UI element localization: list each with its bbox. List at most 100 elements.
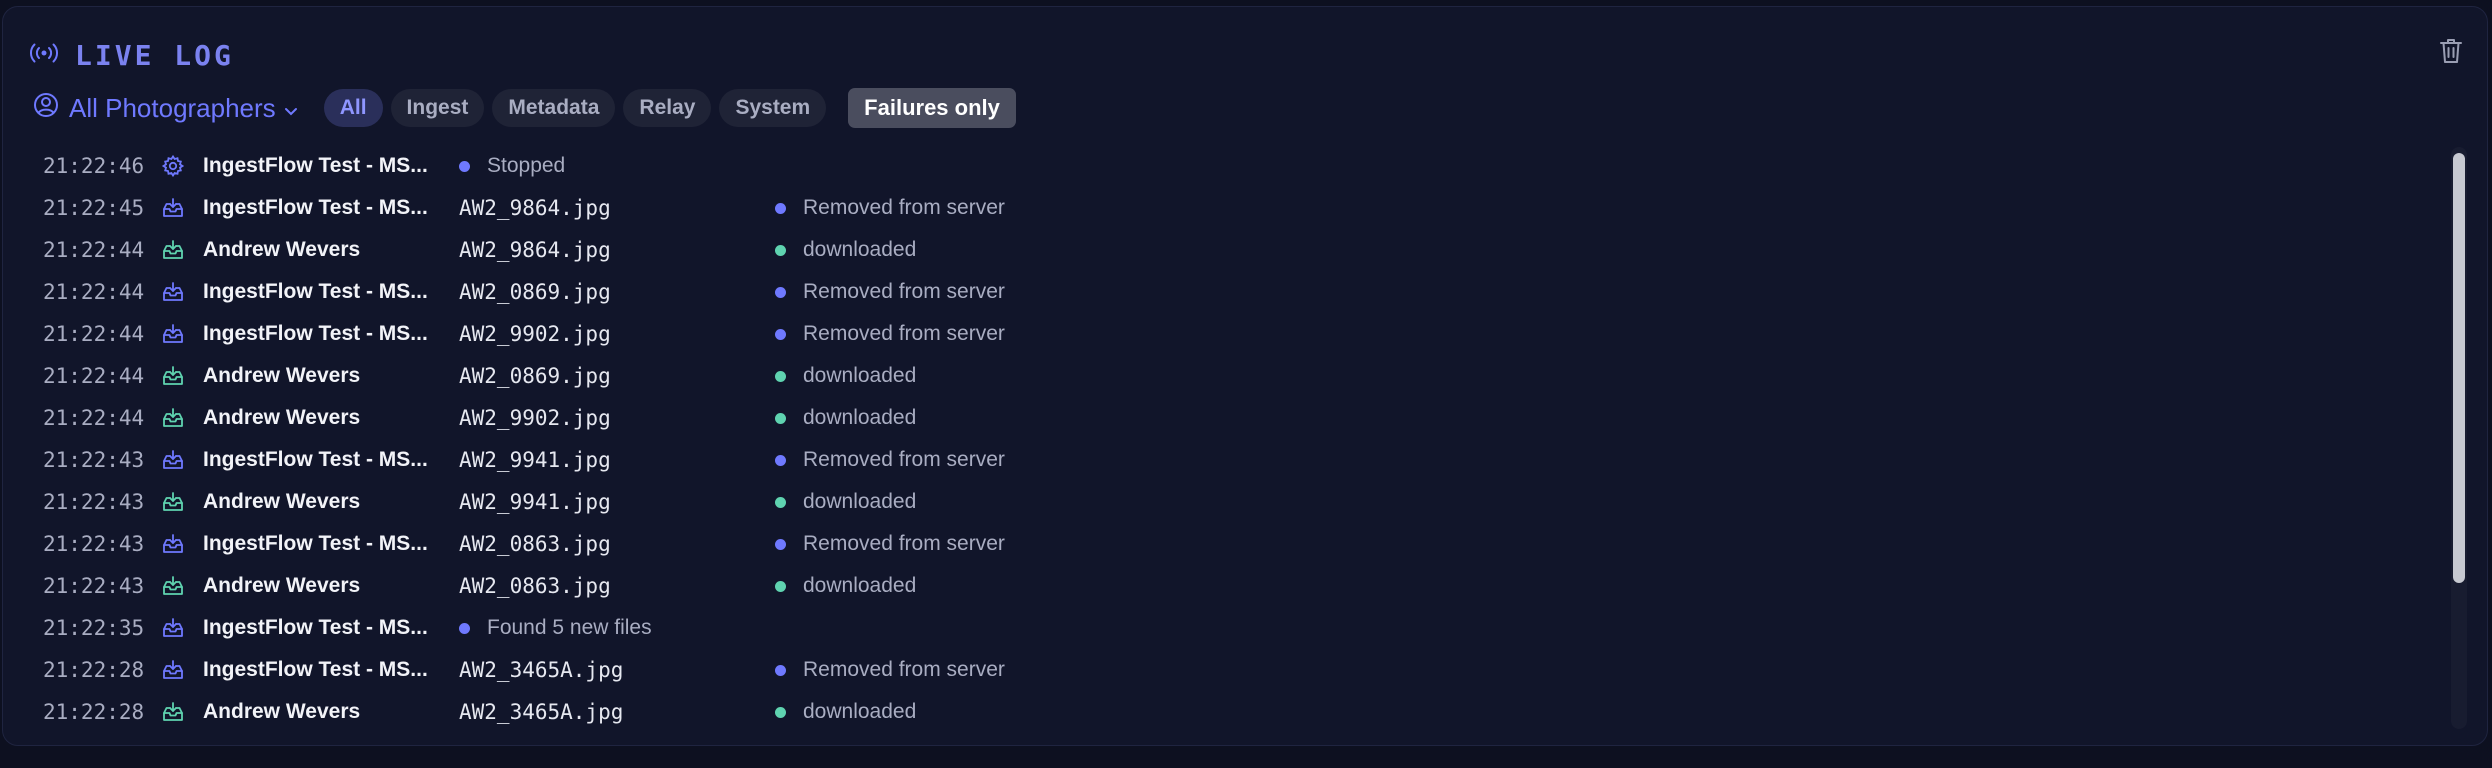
log-time: 21:22:44 [43,238,145,262]
log-source: IngestFlow Test - MS... [203,280,428,303]
log-time: 21:22:28 [43,658,145,682]
log-source: Andrew Wevers [203,238,361,261]
log-status: Removed from server [775,532,1005,556]
inbox-download-icon [161,238,185,262]
log-row: 21:22:43 IngestFlow Test - MS... AW2_0863.… [3,523,2439,565]
inbox-icon [161,658,185,682]
panel-header: LIVE LOG [27,35,234,75]
user-circle-icon [33,92,59,125]
broadcast-icon [27,42,61,69]
log-source: IngestFlow Test - MS... [203,196,428,219]
log-filename: AW2_0863.jpg [459,532,611,556]
inbox-icon [161,280,185,304]
log-source: IngestFlow Test - MS... [203,448,428,471]
failures-only-toggle[interactable]: Failures only [848,88,1016,128]
gear-icon [161,154,185,178]
log-source: IngestFlow Test - MS... [203,658,428,681]
log-row: 21:22:44 Andrew Wevers AW2_9864.jpg downloa… [3,229,2439,271]
log-time: 21:22:44 [43,322,145,346]
log-status: Removed from server [775,196,1005,220]
log-source: Andrew Wevers [203,574,361,597]
status-dot [775,538,786,550]
log-status-text: Removed from server [803,658,1005,681]
photographer-filter-dropdown[interactable]: All Photographers [33,92,298,125]
log-row: 21:22:28 Andrew Wevers AW2_3465A.jpg downlo… [3,691,2439,733]
log-row: 21:22:46 IngestFlow Test - MS... Stopped [3,145,2439,187]
log-row: 21:22:43 Andrew Wevers AW2_0863.jpg downloa… [3,565,2439,607]
status-dot [775,370,786,382]
tab-relay[interactable]: Relay [623,89,712,127]
log-source: IngestFlow Test - MS... [203,616,428,639]
log-status-text: Removed from server [803,532,1005,555]
inbox-download-icon [161,406,185,430]
log-filename: AW2_9941.jpg [459,448,611,472]
inbox-icon [161,196,185,220]
tab-ingest[interactable]: Ingest [390,89,485,127]
log-filename: AW2_9902.jpg [459,406,611,430]
status-dot [775,286,786,298]
log-status: downloaded [775,490,916,514]
inbox-icon [161,532,185,556]
log-row: 21:22:44 Andrew Wevers AW2_9902.jpg downloa… [3,397,2439,439]
inbox-icon [161,448,185,472]
log-time: 21:22:43 [43,532,145,556]
log-time: 21:22:44 [43,280,145,304]
log-status-text: Removed from server [803,196,1005,219]
log-row: 21:22:44 Andrew Wevers AW2_0869.jpg downloa… [3,355,2439,397]
live-log-panel: LIVE LOG All Photographers All Ingest Me… [2,6,2488,746]
log-source: Andrew Wevers [203,406,361,429]
status-dot [775,496,786,508]
log-time: 21:22:43 [43,490,145,514]
log-scrollbar[interactable] [2451,147,2467,729]
log-status: downloaded [775,700,916,724]
tab-metadata[interactable]: Metadata [492,89,616,127]
status-dot [459,622,470,634]
scrollbar-thumb[interactable] [2453,153,2465,583]
clear-log-button[interactable] [2435,35,2467,71]
log-status-text: downloaded [803,574,917,597]
inbox-icon [161,616,185,640]
log-status-text: Found 5 new files [487,616,652,639]
inbox-icon [161,322,185,346]
log-filename: AW2_3465A.jpg [459,658,624,682]
log-source: IngestFlow Test - MS... [203,532,428,555]
log-status: downloaded [775,406,916,430]
log-source: IngestFlow Test - MS... [203,154,428,177]
log-time: 21:22:44 [43,406,145,430]
log-status-text: downloaded [803,364,917,387]
log-filename: AW2_0869.jpg [459,364,611,388]
log-status-text: downloaded [803,490,917,513]
log-status-text: downloaded [803,406,917,429]
status-dot [775,328,786,340]
log-status: Removed from server [775,280,1005,304]
log-status: Removed from server [775,658,1005,682]
log-row: 21:22:43 IngestFlow Test - MS... AW2_9941.… [3,439,2439,481]
tab-system[interactable]: System [719,89,827,127]
log-time: 21:22:43 [43,448,145,472]
status-dot [775,244,786,256]
filter-toolbar: All Photographers All Ingest Metadata Re… [33,87,1016,129]
status-dot [775,412,786,424]
trash-icon [2439,37,2463,70]
log-source: Andrew Wevers [203,490,361,513]
log-status: downloaded [775,364,916,388]
log-row: 21:22:45 IngestFlow Test - MS... AW2_9864.… [3,187,2439,229]
status-dot [459,160,470,172]
log-row: 21:22:43 Andrew Wevers AW2_9941.jpg downloa… [3,481,2439,523]
log-filename: AW2_0869.jpg [459,280,611,304]
log-time: 21:22:35 [43,616,145,640]
page-title: LIVE LOG [75,38,234,72]
tab-all[interactable]: All [323,89,383,127]
log-time: 21:22:46 [43,154,145,178]
log-time: 21:22:44 [43,364,145,388]
log-status-text: Removed from server [803,322,1005,345]
log-row: 21:22:44 IngestFlow Test - MS... AW2_0869.… [3,271,2439,313]
log-time: 21:22:28 [43,700,145,724]
log-time: 21:22:45 [43,196,145,220]
log-source: IngestFlow Test - MS... [203,322,428,345]
status-dot [775,454,786,466]
log-row: 21:22:35 IngestFlow Test - MS... Found 5 n… [3,607,2439,649]
log-filename: AW2_9941.jpg [459,490,611,514]
inbox-download-icon [161,364,185,388]
inbox-download-icon [161,700,185,724]
